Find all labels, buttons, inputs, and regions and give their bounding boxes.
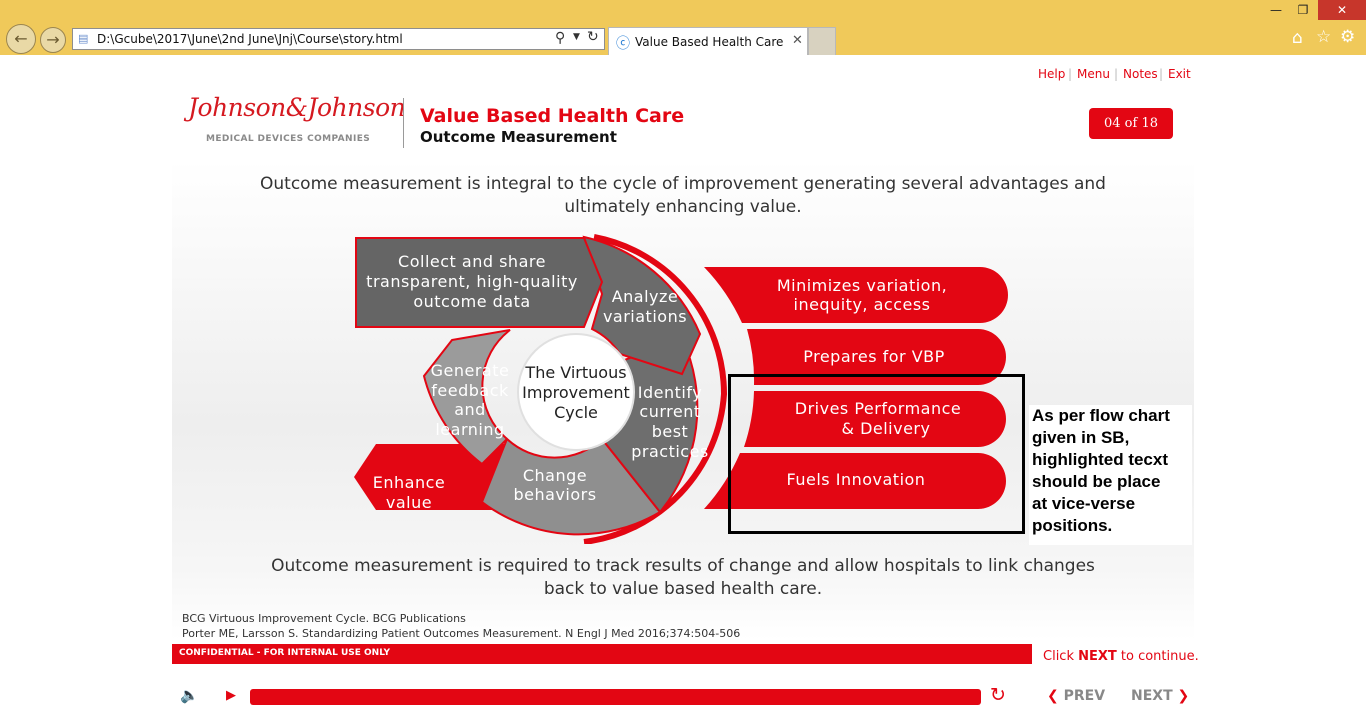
continue-instruction: Click NEXT to continue.: [1043, 649, 1199, 664]
identify-label-line: current: [639, 402, 700, 421]
reference-line: BCG Virtuous Improvement Cycle. BCG Publ…: [182, 612, 466, 625]
course-subtitle: Outcome Measurement: [420, 128, 617, 146]
speaker-icon[interactable]: 🔈: [180, 686, 199, 704]
course-title: Value Based Health Care: [420, 105, 685, 127]
continue-post: to continue.: [1116, 649, 1199, 664]
continue-pre: Click: [1043, 649, 1079, 664]
address-bar[interactable]: ▤ D:\Gcube\2017\June\2nd June\Jnj\Course…: [72, 28, 605, 50]
benefit-text: Minimizes variation,: [777, 276, 947, 295]
benefit-text: Prepares for VBP: [803, 347, 945, 366]
collect-label-line: transparent, high-quality: [366, 272, 578, 291]
close-tab-icon[interactable]: ✕: [792, 33, 803, 48]
identify-label-line: Identify: [638, 383, 702, 402]
next-button[interactable]: NEXT ❯: [1131, 688, 1189, 704]
intro-line: ultimately enhancing value.: [564, 197, 802, 217]
note-line: should be place: [1032, 472, 1161, 491]
refresh-icon[interactable]: ↻: [587, 29, 599, 45]
generate-label-line: Generate: [431, 361, 510, 380]
dropdown-icon[interactable]: ▼: [573, 32, 580, 42]
enhance-label-line: value: [386, 493, 432, 512]
confidential-bar: CONFIDENTIAL - FOR INTERNAL USE ONLY: [172, 644, 1032, 664]
play-icon[interactable]: ▶: [226, 688, 236, 703]
identify-label-line: practices: [631, 442, 709, 461]
review-note: As per flow chart given in SB, highlight…: [1029, 405, 1192, 545]
star-icon[interactable]: ☆: [1316, 27, 1331, 47]
progress-bar[interactable]: [250, 689, 981, 705]
outro-line: Outcome measurement is required to track…: [271, 556, 1095, 576]
nav-separator: |: [1068, 67, 1073, 81]
company-logo: Johnson&Johnson: [188, 93, 406, 122]
header-divider: [403, 98, 404, 148]
nav-separator: |: [1114, 67, 1119, 81]
page-icon: ▤: [78, 32, 89, 45]
gear-icon[interactable]: ⚙: [1340, 27, 1355, 47]
outro-line: back to value based health care.: [543, 579, 823, 599]
minimize-icon[interactable]: —: [1266, 0, 1286, 20]
company-logo-subtitle: MEDICAL DEVICES COMPANIES: [206, 134, 371, 144]
browser-chrome: ← → ▤ D:\Gcube\2017\June\2nd June\Jnj\Co…: [0, 0, 1366, 55]
forward-arrow-icon[interactable]: →: [40, 27, 66, 53]
outro-text: Outcome measurement is required to track…: [172, 555, 1194, 601]
close-window-icon[interactable]: ✕: [1318, 0, 1366, 20]
exit-link[interactable]: Exit: [1168, 67, 1191, 81]
prev-button[interactable]: ❮ PREV: [1047, 688, 1105, 704]
note-line: highlighted tecxt: [1032, 450, 1168, 469]
help-link[interactable]: Help: [1038, 67, 1065, 81]
restore-icon[interactable]: ❐: [1293, 0, 1313, 20]
intro-line: Outcome measurement is integral to the c…: [260, 174, 1106, 194]
chevron-left-icon: ❮: [1047, 688, 1059, 704]
browser-tab[interactable]: ⓒ Value Based Health Care ✕: [608, 27, 808, 55]
tab-title: Value Based Health Care: [635, 35, 784, 49]
analyze-label-line: Analyze: [612, 287, 679, 306]
enhance-label-line: Enhance: [373, 473, 445, 492]
highlight-box: [728, 374, 1025, 534]
benefit-text: inequity, access: [794, 295, 931, 314]
note-line: at vice-verse: [1032, 494, 1136, 513]
change-label-line: behaviors: [513, 485, 596, 504]
back-arrow-icon[interactable]: ←: [6, 24, 36, 54]
identify-label-line: best: [652, 422, 689, 441]
collect-label-line: Collect and share: [398, 252, 546, 271]
address-text: D:\Gcube\2017\June\2nd June\Jnj\Course\s…: [97, 32, 403, 46]
intro-text: Outcome measurement is integral to the c…: [172, 173, 1194, 219]
continue-key: NEXT: [1078, 649, 1117, 664]
ie-icon: ⓒ: [616, 36, 630, 52]
home-icon[interactable]: ⌂: [1292, 28, 1303, 48]
page-indicator: 04 of 18: [1089, 108, 1173, 139]
menu-link[interactable]: Menu: [1077, 67, 1110, 81]
replay-icon[interactable]: ↻: [990, 684, 1006, 706]
confidential-text: CONFIDENTIAL - FOR INTERNAL USE ONLY: [179, 648, 391, 658]
note-line: As per flow chart: [1032, 406, 1170, 425]
analyze-label-line: variations: [603, 307, 687, 326]
center-label-line: Cycle: [554, 403, 598, 422]
generate-label-line: and: [454, 400, 486, 419]
note-line: given in SB,: [1032, 428, 1130, 447]
new-tab-button[interactable]: [808, 27, 836, 55]
reference-line: Porter ME, Larsson S. Standardizing Pati…: [182, 627, 741, 640]
collect-label-line: outcome data: [413, 292, 530, 311]
search-icon[interactable]: ⚲: [555, 30, 565, 46]
prev-label: PREV: [1063, 688, 1106, 704]
center-label-line: The Virtuous: [524, 363, 626, 382]
next-label: NEXT: [1131, 688, 1173, 704]
notes-link[interactable]: Notes: [1123, 67, 1158, 81]
note-line: positions.: [1032, 516, 1113, 535]
generate-label-line: learning: [435, 420, 504, 439]
center-label-line: Improvement: [522, 383, 630, 402]
chevron-right-icon: ❯: [1177, 688, 1190, 704]
generate-label-line: feedback: [431, 381, 509, 400]
nav-separator: |: [1159, 67, 1164, 81]
change-label-line: Change: [523, 466, 587, 485]
